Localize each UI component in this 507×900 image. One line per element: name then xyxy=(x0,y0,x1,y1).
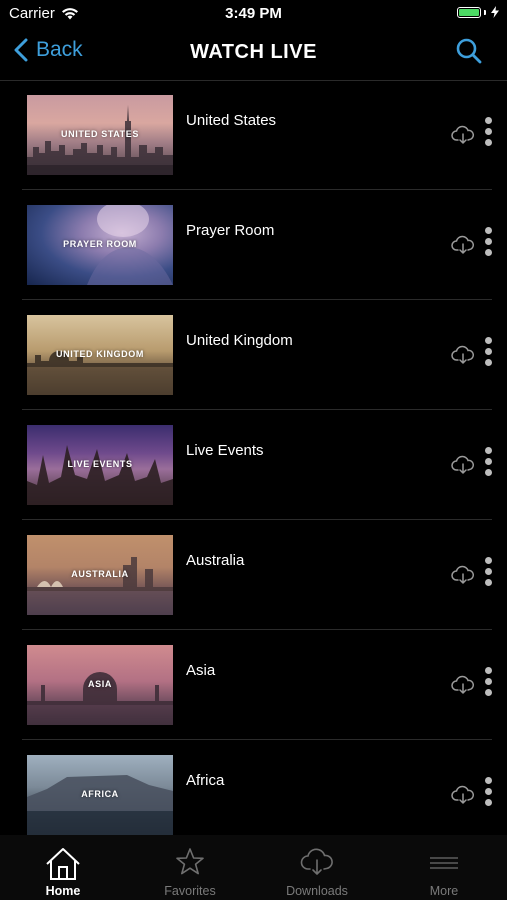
menu-icon xyxy=(430,857,458,869)
more-options-button[interactable] xyxy=(482,447,494,483)
channel-title[interactable]: United States xyxy=(186,112,276,129)
tab-label: Downloads xyxy=(286,884,348,898)
channel-row-live-events[interactable]: LIVE EVENTS Live Events xyxy=(0,410,507,520)
channel-thumbnail[interactable]: AUSTRALIA xyxy=(27,535,173,615)
cloud-download-icon xyxy=(451,455,475,474)
channel-list: UNITED STATES United States PRAYER ROOM … xyxy=(0,80,507,835)
status-bar: Carrier 3:49 PM xyxy=(0,0,507,28)
download-button[interactable] xyxy=(451,345,475,370)
channel-thumbnail[interactable]: PRAYER ROOM xyxy=(27,205,173,285)
search-icon xyxy=(456,38,482,64)
tab-home[interactable]: Home xyxy=(0,835,126,900)
channel-row-prayer-room[interactable]: PRAYER ROOM Prayer Room xyxy=(0,190,507,300)
clock: 3:49 PM xyxy=(225,5,282,22)
cloud-download-icon xyxy=(451,345,475,364)
home-icon xyxy=(46,848,80,880)
search-button[interactable] xyxy=(455,37,483,70)
download-button[interactable] xyxy=(451,785,475,810)
dot-icon xyxy=(484,788,492,795)
tab-downloads[interactable]: Downloads xyxy=(254,835,380,900)
dot-icon xyxy=(484,469,492,476)
dot-icon xyxy=(484,348,492,355)
channel-thumbnail[interactable]: LIVE EVENTS xyxy=(27,425,173,505)
download-button[interactable] xyxy=(451,565,475,590)
channel-row-united-states[interactable]: UNITED STATES United States xyxy=(0,80,507,190)
dot-icon xyxy=(484,678,492,685)
tab-label: Favorites xyxy=(164,884,216,898)
cloud-download-icon xyxy=(451,565,475,584)
channel-title[interactable]: Live Events xyxy=(186,442,264,459)
tab-label: More xyxy=(429,884,459,898)
thumbnail-label: LIVE EVENTS xyxy=(67,459,133,469)
channel-thumbnail[interactable]: UNITED STATES xyxy=(27,95,173,175)
channel-thumbnail[interactable]: UNITED KINGDOM xyxy=(27,315,173,395)
thumbnail-label: ASIA xyxy=(88,679,112,689)
tab-label: Home xyxy=(45,884,81,898)
dot-icon xyxy=(484,667,492,674)
cloud-download-icon xyxy=(451,125,475,144)
dot-icon xyxy=(484,238,492,245)
download-button[interactable] xyxy=(451,235,475,260)
tab-bar: Home Favorites Downloads More xyxy=(0,835,507,900)
thumbnail-label: UNITED KINGDOM xyxy=(56,349,144,359)
channel-title[interactable]: Australia xyxy=(186,552,244,569)
thumbnail-label: PRAYER ROOM xyxy=(63,239,137,249)
cloud-download-icon xyxy=(451,235,475,254)
dot-icon xyxy=(484,557,492,564)
tab-favorites[interactable]: Favorites xyxy=(127,835,253,900)
channel-thumbnail[interactable]: AFRICA xyxy=(27,755,173,835)
dot-icon xyxy=(484,359,492,366)
channel-thumbnail[interactable]: ASIA xyxy=(27,645,173,725)
page-title: WATCH LIVE xyxy=(190,41,317,63)
dot-icon xyxy=(484,689,492,696)
navigation-bar: Back WATCH LIVE xyxy=(0,28,507,81)
channel-title[interactable]: Asia xyxy=(186,662,215,679)
dot-icon xyxy=(484,458,492,465)
dot-icon xyxy=(484,568,492,575)
cloud-download-icon xyxy=(451,675,475,694)
tab-more[interactable]: More xyxy=(381,835,507,900)
charging-bolt-icon xyxy=(491,6,499,18)
download-button[interactable] xyxy=(451,455,475,480)
dot-icon xyxy=(484,227,492,234)
more-options-button[interactable] xyxy=(482,777,494,813)
channel-title[interactable]: Africa xyxy=(186,772,224,789)
channel-title[interactable]: Prayer Room xyxy=(186,222,274,239)
thumbnail-label: AFRICA xyxy=(81,789,119,799)
more-options-button[interactable] xyxy=(482,227,494,263)
more-options-button[interactable] xyxy=(482,337,494,373)
channel-row-africa[interactable]: AFRICA Africa xyxy=(0,740,507,835)
dot-icon xyxy=(484,337,492,344)
dot-icon xyxy=(484,249,492,256)
channel-title[interactable]: United Kingdom xyxy=(186,332,293,349)
battery-icon xyxy=(457,6,499,18)
star-icon xyxy=(176,848,204,875)
dot-icon xyxy=(484,777,492,784)
channel-row-asia[interactable]: ASIA Asia xyxy=(0,630,507,740)
more-options-button[interactable] xyxy=(482,557,494,593)
dot-icon xyxy=(484,447,492,454)
dot-icon xyxy=(484,139,492,146)
thumbnail-label: UNITED STATES xyxy=(61,129,139,139)
dot-icon xyxy=(484,117,492,124)
thumbnail-label: AUSTRALIA xyxy=(71,569,129,579)
dot-icon xyxy=(484,128,492,135)
more-options-button[interactable] xyxy=(482,667,494,703)
more-options-button[interactable] xyxy=(482,117,494,153)
cloud-download-icon xyxy=(451,785,475,804)
download-button[interactable] xyxy=(451,125,475,150)
download-button[interactable] xyxy=(451,675,475,700)
dot-icon xyxy=(484,579,492,586)
channel-row-united-kingdom[interactable]: UNITED KINGDOM United Kingdom xyxy=(0,300,507,410)
channel-row-australia[interactable]: AUSTRALIA Australia xyxy=(0,520,507,630)
dot-icon xyxy=(484,799,492,806)
cloud-download-icon xyxy=(300,848,333,875)
